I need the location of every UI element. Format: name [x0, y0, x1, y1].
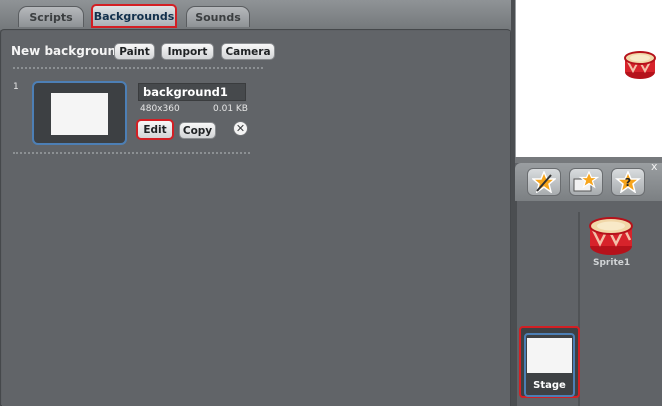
- delete-icon[interactable]: ✕: [233, 121, 248, 136]
- tab-sounds-label: Sounds: [195, 10, 241, 24]
- costume-thumbnail-image: [51, 93, 108, 135]
- copy-button[interactable]: Copy: [179, 122, 216, 139]
- tab-scripts[interactable]: Scripts: [18, 6, 84, 27]
- drum-sprite-icon[interactable]: [623, 50, 657, 84]
- stage-tile-label: Stage: [533, 380, 566, 391]
- choose-sprite-file-icon[interactable]: [569, 168, 603, 196]
- stage-tile-thumbnail: [527, 338, 572, 373]
- separator-bottom: [13, 152, 250, 154]
- sprite-label: Sprite1: [593, 258, 631, 268]
- import-button[interactable]: Import: [161, 43, 214, 60]
- tab-scripts-label: Scripts: [29, 10, 73, 24]
- costume-size: 0.01 KB: [213, 104, 248, 114]
- camera-button[interactable]: Camera: [221, 43, 275, 60]
- copy-button-label: Copy: [182, 124, 213, 137]
- paint-button-label: Paint: [119, 45, 150, 58]
- camera-button-label: Camera: [225, 45, 271, 58]
- paint-new-sprite-icon[interactable]: [527, 168, 561, 196]
- sprite-thumbnail[interactable]: [588, 216, 634, 260]
- costume-index: 1: [13, 82, 19, 92]
- costume-name-field[interactable]: background1: [138, 83, 246, 101]
- close-icon[interactable]: x: [651, 160, 658, 173]
- separator-top: [13, 67, 263, 69]
- edit-button[interactable]: Edit: [136, 119, 174, 140]
- paint-button[interactable]: Paint: [114, 43, 155, 60]
- svg-text:?: ?: [625, 176, 631, 189]
- tab-sounds[interactable]: Sounds: [186, 6, 250, 27]
- new-background-label: New background:: [11, 44, 130, 58]
- edit-button-label: Edit: [143, 123, 167, 136]
- costume-dimensions: 480x360: [140, 104, 180, 114]
- import-button-label: Import: [167, 45, 208, 58]
- tab-backgrounds-label: Backgrounds: [93, 9, 175, 23]
- tab-backgrounds[interactable]: Backgrounds: [91, 4, 177, 28]
- random-sprite-icon[interactable]: ?: [611, 168, 645, 196]
